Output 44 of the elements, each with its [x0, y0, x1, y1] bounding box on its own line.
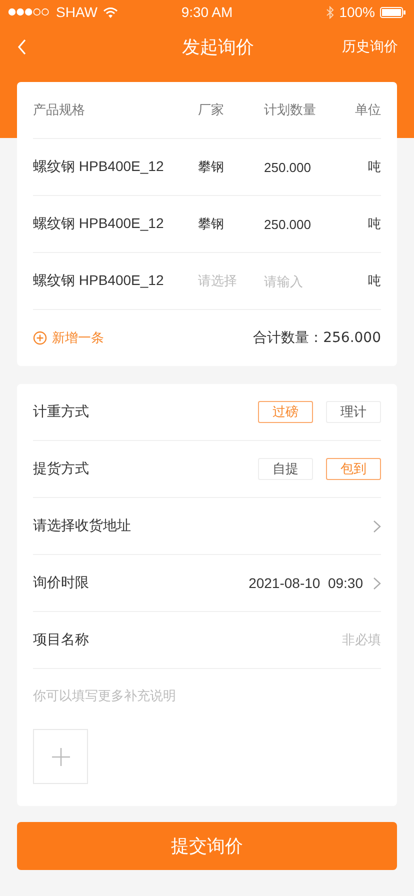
bluetooth-icon: [326, 6, 334, 18]
field-label: 项目名称: [33, 631, 89, 649]
field-label: 计重方式: [33, 403, 89, 421]
chevron-right-icon[interactable]: [373, 520, 381, 532]
submit-button[interactable]: 提交询价: [17, 822, 397, 870]
option-chip[interactable]: 包到: [326, 458, 381, 480]
status-time: 9:30 AM: [181, 4, 233, 20]
page-title: 发起询价: [182, 36, 254, 59]
column-header: 单位: [354, 102, 381, 119]
chevron-right-icon[interactable]: [373, 576, 381, 590]
plus-icon: [52, 748, 70, 766]
field-label: 请选择收货地址: [33, 517, 131, 535]
total-quantity: 合计数量：256.000: [253, 329, 381, 347]
maker-select[interactable]: 请选择: [198, 272, 264, 290]
upload-button[interactable]: [33, 729, 88, 784]
unit-cell-text: 吨: [367, 273, 381, 290]
field-value: 2021-08-10 09:30: [248, 575, 363, 591]
spec-cell-text: 螺纹钢 HPB400E_12: [33, 215, 165, 233]
history-link[interactable]: 历史询价: [342, 38, 398, 56]
maker-cell-text: 攀钢: [198, 216, 225, 233]
maker-cell-text: 攀钢: [198, 159, 225, 176]
wifi-icon: [103, 6, 118, 18]
option-chip[interactable]: 自提: [258, 458, 313, 480]
spec-cell-text: 螺纹钢 HPB400E_12: [33, 158, 165, 176]
back-icon: [17, 39, 27, 55]
signal-icon: [8, 8, 50, 16]
quantity-cell-text: 250.000: [264, 160, 312, 174]
option-chip[interactable]: 理计: [326, 401, 381, 423]
option-chip[interactable]: 过磅: [258, 401, 313, 423]
unit-cell-text: 吨: [367, 216, 381, 233]
column-header: 产品规格: [33, 102, 86, 119]
field-label: 提货方式: [33, 460, 89, 478]
quantity-input[interactable]: 请输入: [264, 274, 354, 288]
column-header: 厂家: [198, 102, 225, 119]
add-row-button[interactable]: 新增一条: [33, 329, 104, 347]
plus-circle-icon: [33, 331, 47, 345]
battery-icon: [380, 6, 406, 18]
battery-percent: 100%: [339, 4, 375, 20]
spec-cell-text: 螺纹钢 HPB400E_12: [33, 272, 165, 290]
unit-cell-text: 吨: [367, 159, 381, 176]
column-header: 计划数量: [264, 101, 317, 119]
carrier-name: SHAW: [56, 4, 98, 20]
field-label: 询价时限: [33, 574, 89, 592]
quantity-cell-text: 250.000: [264, 216, 312, 232]
